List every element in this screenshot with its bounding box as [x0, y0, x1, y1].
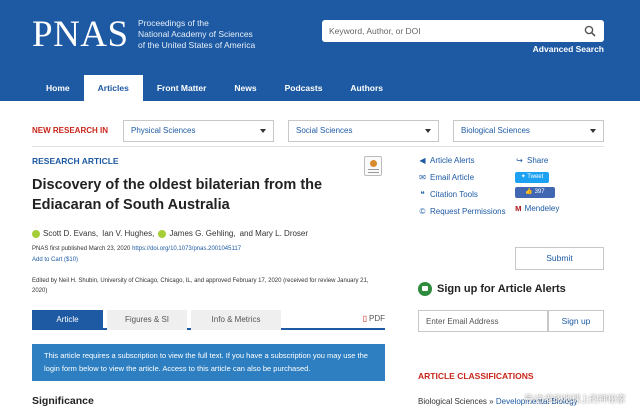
article-classifications-heading: ARTICLE CLASSIFICATIONS — [418, 371, 534, 381]
classification-separator: » — [489, 397, 494, 406]
share-icon: ↪ — [516, 156, 523, 165]
author-link[interactable]: Scott D. Evans, — [43, 229, 98, 238]
badge-line — [368, 169, 379, 170]
submit-button[interactable]: Submit — [515, 247, 604, 270]
article-title: Discovery of the oldest bilaterian from … — [32, 177, 323, 213]
caret-down-icon — [590, 129, 596, 133]
logo-subtitle-line-3: of the United States of America — [138, 40, 256, 50]
badge-circle — [370, 160, 377, 167]
search-icon[interactable] — [584, 25, 596, 37]
publication-line: PNAS first published March 23, 2020 http… — [32, 246, 241, 252]
pdf-icon: ▯ — [362, 314, 367, 323]
article-type-label: RESEARCH ARTICLE — [32, 156, 119, 166]
author-list: Scott D. Evans, Ian V. Hughes, James G. … — [32, 229, 308, 238]
logo-subtitle-line-1: Proceedings of the — [138, 18, 209, 28]
signup-title: Sign up for Article Alerts — [437, 283, 566, 295]
physical-sciences-dropdown[interactable]: Physical Sciences — [123, 120, 274, 142]
tab-figures-si[interactable]: Figures & SI — [107, 310, 187, 330]
biological-sciences-dropdown[interactable]: Biological Sciences — [453, 120, 604, 142]
tweet-button[interactable]: ✦ Tweet — [515, 172, 549, 183]
nav-podcasts[interactable]: Podcasts — [271, 75, 337, 101]
request-permissions-label: Request Permissions — [430, 207, 506, 216]
dropdown-label: Biological Sciences — [461, 126, 530, 135]
new-research-label: NEW RESEARCH IN — [32, 126, 109, 135]
caret-down-icon — [260, 129, 266, 133]
citation-tools-label: Citation Tools — [430, 190, 478, 199]
site-header: PNAS Proceedings of the National Academy… — [0, 0, 640, 101]
mendeley-link[interactable]: ᴍ Mendeley — [515, 203, 559, 213]
article-tabs: Article Figures & SI Info & Metrics ▯ PDF — [32, 310, 385, 330]
article-alerts-link[interactable]: ◀ Article Alerts — [418, 156, 474, 165]
author-link[interactable]: and Mary L. Droser — [240, 229, 308, 238]
sign-up-button[interactable]: Sign up — [548, 310, 604, 332]
nav-news[interactable]: News — [220, 75, 270, 101]
thumbs-up-icon: 👍 — [525, 189, 533, 195]
watermark-text: 号/古老的地球上的神秘家 — [524, 394, 626, 404]
classification-category[interactable]: Biological Sciences — [418, 397, 487, 406]
email-article-link[interactable]: ✉ Email Article — [418, 173, 474, 182]
nav-authors[interactable]: Authors — [336, 75, 397, 101]
significance-heading: Significance — [32, 395, 94, 407]
dropdown-label: Social Sciences — [296, 126, 353, 135]
quote-icon: ❝ — [420, 190, 425, 199]
tab-info-metrics[interactable]: Info & Metrics — [191, 310, 281, 330]
social-sciences-dropdown[interactable]: Social Sciences — [288, 120, 439, 142]
nav-articles[interactable]: Articles — [83, 75, 143, 101]
article-alerts-label: Article Alerts — [430, 156, 475, 165]
copyright-icon: © — [419, 207, 426, 216]
twitter-icon: ✦ — [520, 174, 526, 180]
edited-by-text: Edited by Neil H. Shubin, University of … — [32, 278, 369, 294]
published-date: PNAS first published March 23, 2020 — [32, 246, 131, 252]
doi-link[interactable]: https://doi.org/10.1073/pnas.2001045117 — [132, 246, 241, 252]
nav-home[interactable]: Home — [32, 75, 84, 101]
pdf-link[interactable]: ▯ PDF — [363, 310, 385, 328]
megaphone-icon: ◀ — [419, 156, 426, 165]
envelope-icon: ✉ — [419, 173, 426, 182]
share-link[interactable]: ↪ Share — [515, 156, 548, 165]
signup-heading: Sign up for Article Alerts — [418, 282, 566, 296]
subscription-notice: This article requires a subscription to … — [32, 344, 385, 381]
main-nav: Home Articles Front Matter News Podcasts… — [32, 75, 397, 101]
logo-subtitle-line-2: National Academy of Sciences — [138, 29, 253, 39]
add-to-cart-link[interactable]: Add to Cart ($10) — [32, 257, 78, 263]
orcid-icon[interactable] — [158, 229, 167, 238]
share-label: Share — [527, 156, 549, 165]
badge-line — [368, 172, 379, 173]
open-access-badge-icon[interactable] — [364, 156, 382, 176]
caret-down-icon — [425, 129, 431, 133]
email-article-label: Email Article — [430, 173, 475, 182]
advanced-search-link[interactable]: Advanced Search — [533, 44, 604, 54]
dropdown-label: Physical Sciences — [131, 126, 196, 135]
nav-front-matter[interactable]: Front Matter — [143, 75, 221, 101]
like-count: 397 — [534, 189, 545, 195]
search-box — [322, 20, 604, 42]
tab-article[interactable]: Article — [32, 310, 103, 330]
author-link[interactable]: Ian V. Hughes, — [102, 229, 154, 238]
section-divider — [32, 146, 604, 147]
citation-tools-link[interactable]: ❝ Citation Tools — [418, 190, 478, 199]
logo-subtitle: Proceedings of the National Academy of S… — [138, 18, 255, 51]
pdf-label: PDF — [369, 314, 385, 323]
mendeley-label: Mendeley — [524, 203, 560, 213]
facebook-like-button[interactable]: 👍 397 — [515, 187, 555, 198]
search-input[interactable] — [322, 20, 572, 42]
orcid-icon[interactable] — [32, 229, 40, 238]
request-permissions-link[interactable]: © Request Permissions — [418, 207, 506, 216]
pnas-logo[interactable]: PNAS — [32, 15, 129, 55]
email-field[interactable] — [418, 310, 548, 332]
tweet-label: Tweet — [527, 174, 544, 180]
mail-alert-icon — [418, 282, 432, 296]
mendeley-icon: ᴍ — [515, 203, 522, 213]
author-link[interactable]: James G. Gehling, — [169, 229, 235, 238]
